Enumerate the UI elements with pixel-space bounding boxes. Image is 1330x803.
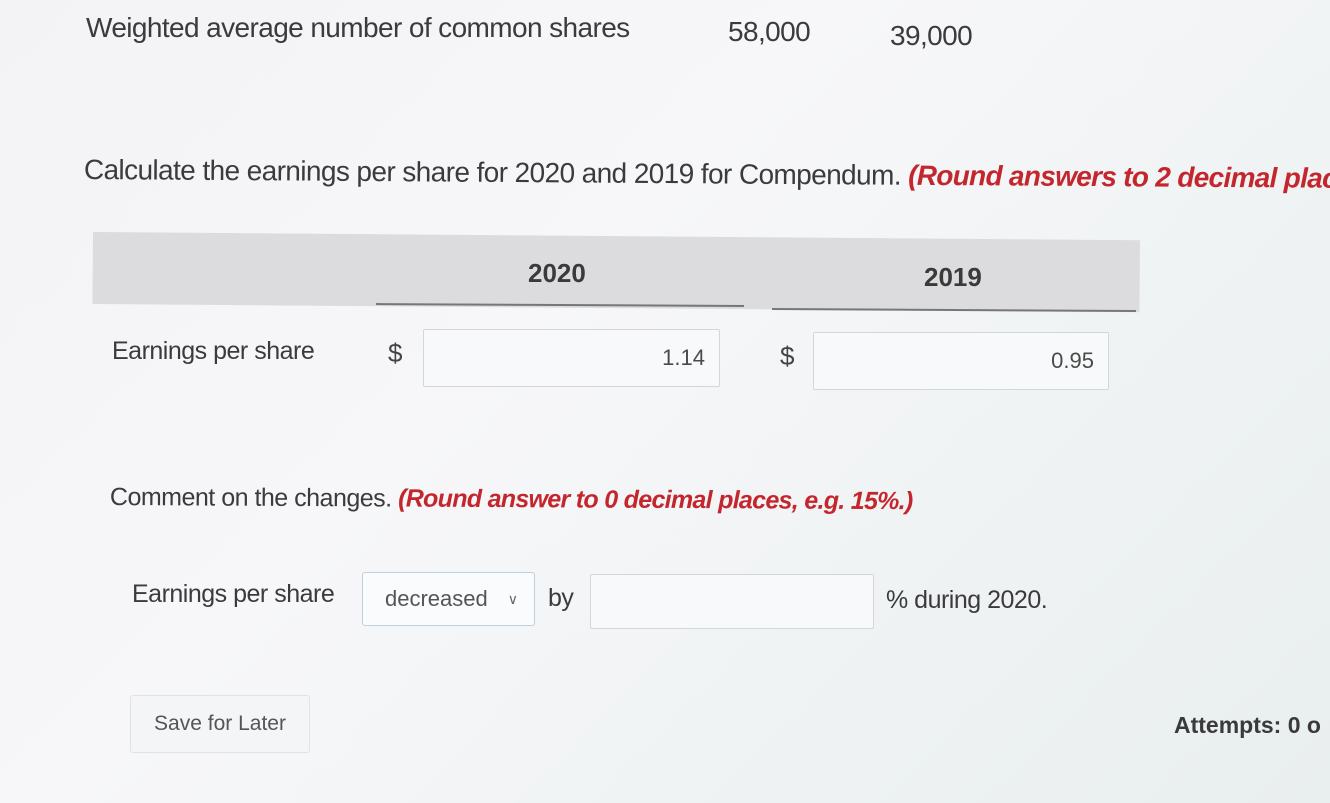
header-2020: 2020 — [528, 258, 586, 288]
eps-2019-input[interactable]: 0.95 — [813, 332, 1109, 390]
shares-2020-value: 58,000 — [728, 16, 811, 47]
shares-2019-value: 39,000 — [890, 20, 973, 51]
dollar-sign-2020: $ — [388, 338, 403, 368]
table-header-band — [92, 232, 1140, 313]
question-prompt: Calculate the earnings per share for 202… — [83, 154, 902, 191]
question-text: Calculate the earnings per share for 202… — [84, 154, 1330, 195]
comment-instruction: (Round answer to 0 decimal places, e.g. … — [398, 484, 913, 516]
comment-text: Comment on the changes. (Round answer to… — [110, 483, 913, 516]
attempts-counter: Attempts: 0 o — [1174, 712, 1321, 738]
shares-row-label: Weighted average number of common shares — [86, 12, 630, 43]
change-direction-select[interactable]: decreased ∨ — [362, 572, 535, 626]
comment-sentence-start: Earnings per share — [132, 580, 335, 608]
change-direction-value: decreased — [385, 586, 488, 611]
dollar-sign-2019: $ — [780, 341, 795, 371]
eps-2020-input[interactable]: 1.14 — [423, 329, 720, 387]
eps-row-label: Earnings per share — [112, 337, 315, 365]
chevron-down-icon: ∨ — [507, 590, 518, 607]
question-instruction: (Round answers to 2 decimal places, — [908, 159, 1330, 195]
percent-change-input[interactable] — [590, 574, 874, 629]
comment-sentence-end: % during 2020. — [886, 586, 1048, 614]
header-2019: 2019 — [924, 262, 982, 292]
comment-prompt: Comment on the changes. — [109, 483, 392, 513]
comment-connector: by — [548, 584, 574, 612]
save-for-later-button[interactable]: Save for Later — [130, 695, 310, 753]
